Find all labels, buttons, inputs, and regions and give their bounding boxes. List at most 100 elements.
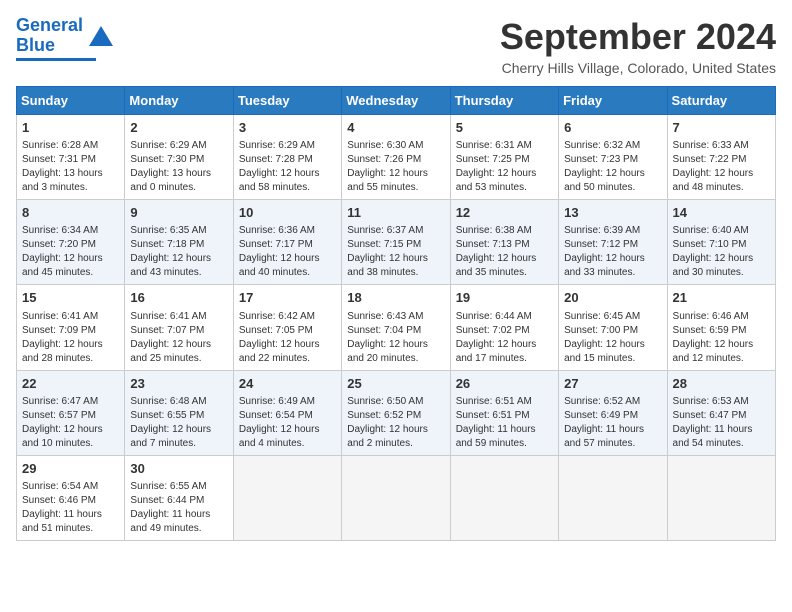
calendar-week-5: 29 Sunrise: 6:54 AMSunset: 6:46 PMDayligh…	[17, 455, 776, 540]
day-number: 29	[22, 460, 119, 478]
calendar-cell	[559, 455, 667, 540]
calendar-cell: 13Sunrise: 6:39 AMSunset: 7:12 PMDayligh…	[559, 200, 667, 285]
calendar-cell: 11 Sunrise: 6:37 AMSunset: 7:15 PMDayligh…	[342, 200, 450, 285]
day-number: 2	[130, 119, 227, 137]
day-info: Sunrise: 6:49 AMSunset: 6:54 PMDaylight:…	[239, 395, 336, 451]
day-number: 18	[347, 289, 444, 307]
day-info: Sunrise: 6:39 AMSunset: 7:12 PMDaylight:…	[564, 224, 661, 280]
calendar-cell: 12 Sunrise: 6:38 AMSunset: 7:13 PMDayligh…	[450, 200, 558, 285]
header-sunday: Sunday	[17, 87, 125, 115]
day-info: Sunrise: 6:48 AMSunset: 6:55 PMDaylight:…	[130, 395, 227, 451]
day-number: 22	[22, 375, 119, 393]
day-info: Sunrise: 6:30 AMSunset: 7:26 PMDaylight:…	[347, 139, 444, 195]
calendar-cell: 7 Sunrise: 6:33 AMSunset: 7:22 PMDaylight…	[667, 115, 775, 200]
day-info: Sunrise: 6:51 AMSunset: 6:51 PMDaylight:…	[456, 395, 553, 451]
day-info: Sunrise: 6:32 AMSunset: 7:23 PMDaylight:…	[564, 139, 661, 195]
calendar-cell: 22 Sunrise: 6:47 AMSunset: 6:57 PMDayligh…	[17, 370, 125, 455]
calendar-cell: 3 Sunrise: 6:29 AMSunset: 7:28 PMDaylight…	[233, 115, 341, 200]
calendar-week-1: 1 Sunrise: 6:28 AMSunset: 7:31 PMDaylight…	[17, 115, 776, 200]
calendar-week-2: 8Sunrise: 6:34 AMSunset: 7:20 PMDaylight…	[17, 200, 776, 285]
calendar-cell: 16 Sunrise: 6:41 AMSunset: 7:07 PMDayligh…	[125, 285, 233, 370]
calendar-cell: 27 Sunrise: 6:52 AMSunset: 6:49 PMDayligh…	[559, 370, 667, 455]
day-number: 12	[456, 204, 553, 222]
calendar-cell	[233, 455, 341, 540]
day-info: Sunrise: 6:55 AMSunset: 6:44 PMDaylight:…	[130, 480, 227, 536]
day-number: 24	[239, 375, 336, 393]
day-number: 8	[22, 204, 119, 222]
logo-icon	[87, 24, 115, 52]
day-number: 19	[456, 289, 553, 307]
day-info: Sunrise: 6:43 AMSunset: 7:04 PMDaylight:…	[347, 310, 444, 366]
location: Cherry Hills Village, Colorado, United S…	[500, 60, 776, 76]
day-info: Sunrise: 6:41 AMSunset: 7:09 PMDaylight:…	[22, 310, 119, 366]
day-info: Sunrise: 6:54 AMSunset: 6:46 PMDaylight:…	[22, 480, 119, 536]
calendar-cell	[667, 455, 775, 540]
calendar-cell: 8Sunrise: 6:34 AMSunset: 7:20 PMDaylight…	[17, 200, 125, 285]
page-header: General Blue September 2024 Cherry Hills…	[16, 16, 776, 76]
day-number: 6	[564, 119, 661, 137]
day-number: 4	[347, 119, 444, 137]
day-info: Sunrise: 6:33 AMSunset: 7:22 PMDaylight:…	[673, 139, 770, 195]
day-info: Sunrise: 6:42 AMSunset: 7:05 PMDaylight:…	[239, 310, 336, 366]
day-number: 14	[673, 204, 770, 222]
calendar-cell: 25Sunrise: 6:50 AMSunset: 6:52 PMDayligh…	[342, 370, 450, 455]
calendar-cell: 18 Sunrise: 6:43 AMSunset: 7:04 PMDayligh…	[342, 285, 450, 370]
day-number: 9	[130, 204, 227, 222]
day-info: Sunrise: 6:37 AMSunset: 7:15 PMDaylight:…	[347, 224, 444, 280]
calendar-cell: 30 Sunrise: 6:55 AMSunset: 6:44 PMDayligh…	[125, 455, 233, 540]
day-number: 27	[564, 375, 661, 393]
day-info: Sunrise: 6:35 AMSunset: 7:18 PMDaylight:…	[130, 224, 227, 280]
calendar-cell: 4 Sunrise: 6:30 AMSunset: 7:26 PMDaylight…	[342, 115, 450, 200]
day-number: 23	[130, 375, 227, 393]
header-tuesday: Tuesday	[233, 87, 341, 115]
month-title: September 2024	[500, 16, 776, 58]
calendar-cell: 19 Sunrise: 6:44 AMSunset: 7:02 PMDayligh…	[450, 285, 558, 370]
calendar-cell: 14 Sunrise: 6:40 AMSunset: 7:10 PMDayligh…	[667, 200, 775, 285]
day-number: 21	[673, 289, 770, 307]
day-number: 30	[130, 460, 227, 478]
calendar-header-row: SundayMondayTuesdayWednesdayThursdayFrid…	[17, 87, 776, 115]
calendar-cell: 5 Sunrise: 6:31 AMSunset: 7:25 PMDaylight…	[450, 115, 558, 200]
header-saturday: Saturday	[667, 87, 775, 115]
day-number: 28	[673, 375, 770, 393]
calendar-cell: 26Sunrise: 6:51 AMSunset: 6:51 PMDayligh…	[450, 370, 558, 455]
day-info: Sunrise: 6:28 AMSunset: 7:31 PMDaylight:…	[22, 139, 119, 195]
calendar-cell: 6 Sunrise: 6:32 AMSunset: 7:23 PMDaylight…	[559, 115, 667, 200]
day-number: 20	[564, 289, 661, 307]
day-info: Sunrise: 6:41 AMSunset: 7:07 PMDaylight:…	[130, 310, 227, 366]
day-number: 16	[130, 289, 227, 307]
day-info: Sunrise: 6:40 AMSunset: 7:10 PMDaylight:…	[673, 224, 770, 280]
day-info: Sunrise: 6:38 AMSunset: 7:13 PMDaylight:…	[456, 224, 553, 280]
day-info: Sunrise: 6:36 AMSunset: 7:17 PMDaylight:…	[239, 224, 336, 280]
day-info: Sunrise: 6:29 AMSunset: 7:30 PMDaylight:…	[130, 139, 227, 195]
day-info: Sunrise: 6:45 AMSunset: 7:00 PMDaylight:…	[564, 310, 661, 366]
logo-underline	[16, 58, 96, 61]
calendar-cell: 17 Sunrise: 6:42 AMSunset: 7:05 PMDayligh…	[233, 285, 341, 370]
day-info: Sunrise: 6:44 AMSunset: 7:02 PMDaylight:…	[456, 310, 553, 366]
day-number: 7	[673, 119, 770, 137]
day-info: Sunrise: 6:47 AMSunset: 6:57 PMDaylight:…	[22, 395, 119, 451]
header-friday: Friday	[559, 87, 667, 115]
day-info: Sunrise: 6:29 AMSunset: 7:28 PMDaylight:…	[239, 139, 336, 195]
calendar-cell	[450, 455, 558, 540]
logo-text: General Blue	[16, 16, 83, 56]
calendar-week-4: 22 Sunrise: 6:47 AMSunset: 6:57 PMDayligh…	[17, 370, 776, 455]
day-info: Sunrise: 6:31 AMSunset: 7:25 PMDaylight:…	[456, 139, 553, 195]
day-number: 1	[22, 119, 119, 137]
day-info: Sunrise: 6:52 AMSunset: 6:49 PMDaylight:…	[564, 395, 661, 451]
day-number: 3	[239, 119, 336, 137]
day-number: 17	[239, 289, 336, 307]
title-section: September 2024 Cherry Hills Village, Col…	[500, 16, 776, 76]
calendar-cell	[342, 455, 450, 540]
day-number: 11	[347, 204, 444, 222]
calendar-week-3: 15Sunrise: 6:41 AMSunset: 7:09 PMDayligh…	[17, 285, 776, 370]
day-number: 5	[456, 119, 553, 137]
calendar-cell: 2 Sunrise: 6:29 AMSunset: 7:30 PMDaylight…	[125, 115, 233, 200]
calendar-cell: 10Sunrise: 6:36 AMSunset: 7:17 PMDayligh…	[233, 200, 341, 285]
logo: General Blue	[16, 16, 115, 61]
header-monday: Monday	[125, 87, 233, 115]
day-info: Sunrise: 6:50 AMSunset: 6:52 PMDaylight:…	[347, 395, 444, 451]
calendar-cell: 20 Sunrise: 6:45 AMSunset: 7:00 PMDayligh…	[559, 285, 667, 370]
calendar-table: SundayMondayTuesdayWednesdayThursdayFrid…	[16, 86, 776, 541]
calendar-cell: 1 Sunrise: 6:28 AMSunset: 7:31 PMDaylight…	[17, 115, 125, 200]
